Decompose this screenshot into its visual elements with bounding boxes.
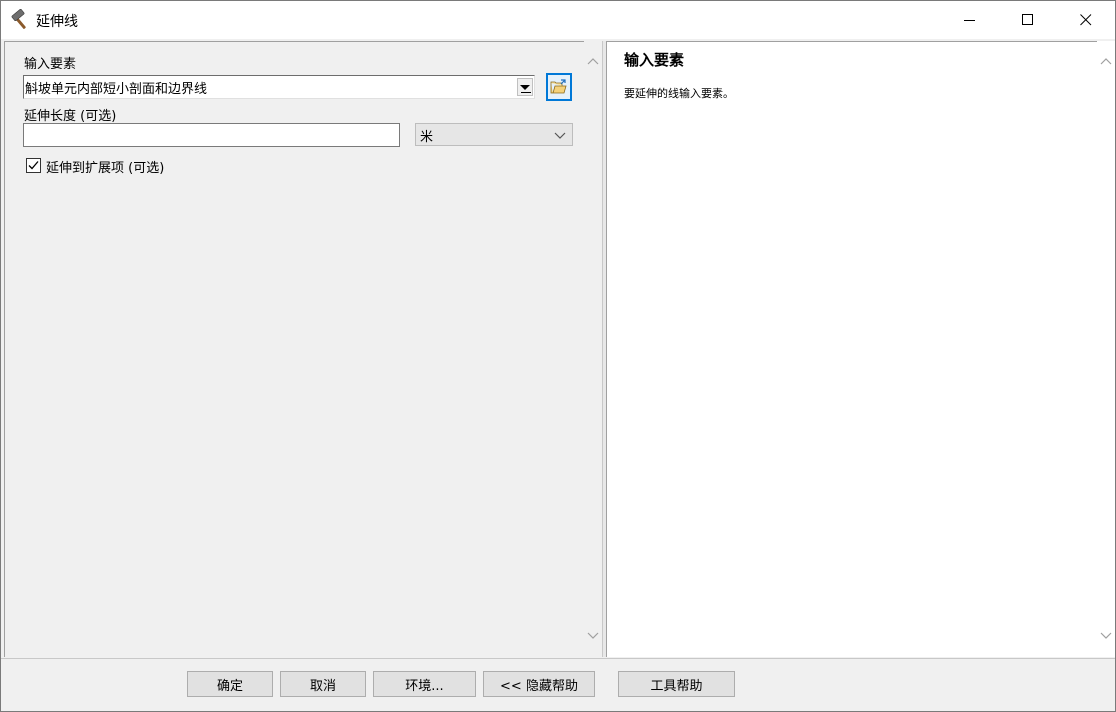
tool-help-button[interactable]: 工具帮助 (618, 671, 735, 697)
chevron-down-icon (554, 132, 566, 139)
dropdown-arrow-icon[interactable] (517, 78, 533, 96)
environments-button[interactable]: 环境... (373, 671, 476, 697)
browse-button[interactable] (546, 73, 572, 101)
maximize-icon (1022, 14, 1033, 25)
hide-help-button[interactable]: << 隐藏帮助 (483, 671, 595, 697)
scroll-up-icon (587, 58, 599, 65)
close-button[interactable] (1057, 1, 1115, 39)
scroll-down-icon (1100, 632, 1112, 639)
title-bar: 延伸线 (1, 1, 1115, 39)
extend-length-input[interactable] (23, 123, 400, 147)
minimize-button[interactable] (941, 1, 999, 39)
ok-button[interactable]: 确定 (187, 671, 273, 697)
window-title: 延伸线 (36, 14, 78, 30)
button-bar: 确定 取消 环境... << 隐藏帮助 工具帮助 (1, 658, 1115, 711)
unit-select[interactable]: 米 (415, 123, 573, 146)
input-features-value: 斛坡单元内部短小剖面和边界线 (25, 82, 208, 97)
checkmark-icon (28, 161, 39, 170)
open-folder-icon (550, 79, 567, 94)
minimize-icon (964, 20, 975, 21)
parameters-scrollbar[interactable] (584, 41, 602, 657)
unit-value: 米 (420, 130, 434, 145)
scroll-down-icon (587, 632, 599, 639)
hammer-icon (10, 8, 32, 31)
scroll-up-icon (1100, 58, 1112, 65)
help-title: 输入要素 (624, 51, 685, 69)
extend-line-dialog: 延伸线 输入要素 斛坡单元内部短小剖面和边界线 延伸长度 (可选) 米 延伸到扩… (0, 0, 1116, 712)
extend-to-extensions-checkbox[interactable] (26, 158, 41, 173)
maximize-button[interactable] (999, 1, 1057, 39)
help-scrollbar[interactable] (1097, 41, 1115, 657)
cancel-button[interactable]: 取消 (280, 671, 366, 697)
help-pane: 输入要素 要延伸的线输入要素。 (606, 41, 1097, 657)
extend-length-label: 延伸长度 (可选) (24, 109, 117, 124)
input-features-combobox[interactable]: 斛坡单元内部短小剖面和边界线 (23, 75, 535, 99)
close-icon (1080, 14, 1092, 26)
help-description: 要延伸的线输入要素。 (624, 87, 734, 100)
input-features-label: 输入要素 (24, 57, 77, 72)
extend-to-extensions-label: 延伸到扩展项 (可选) (46, 161, 165, 176)
